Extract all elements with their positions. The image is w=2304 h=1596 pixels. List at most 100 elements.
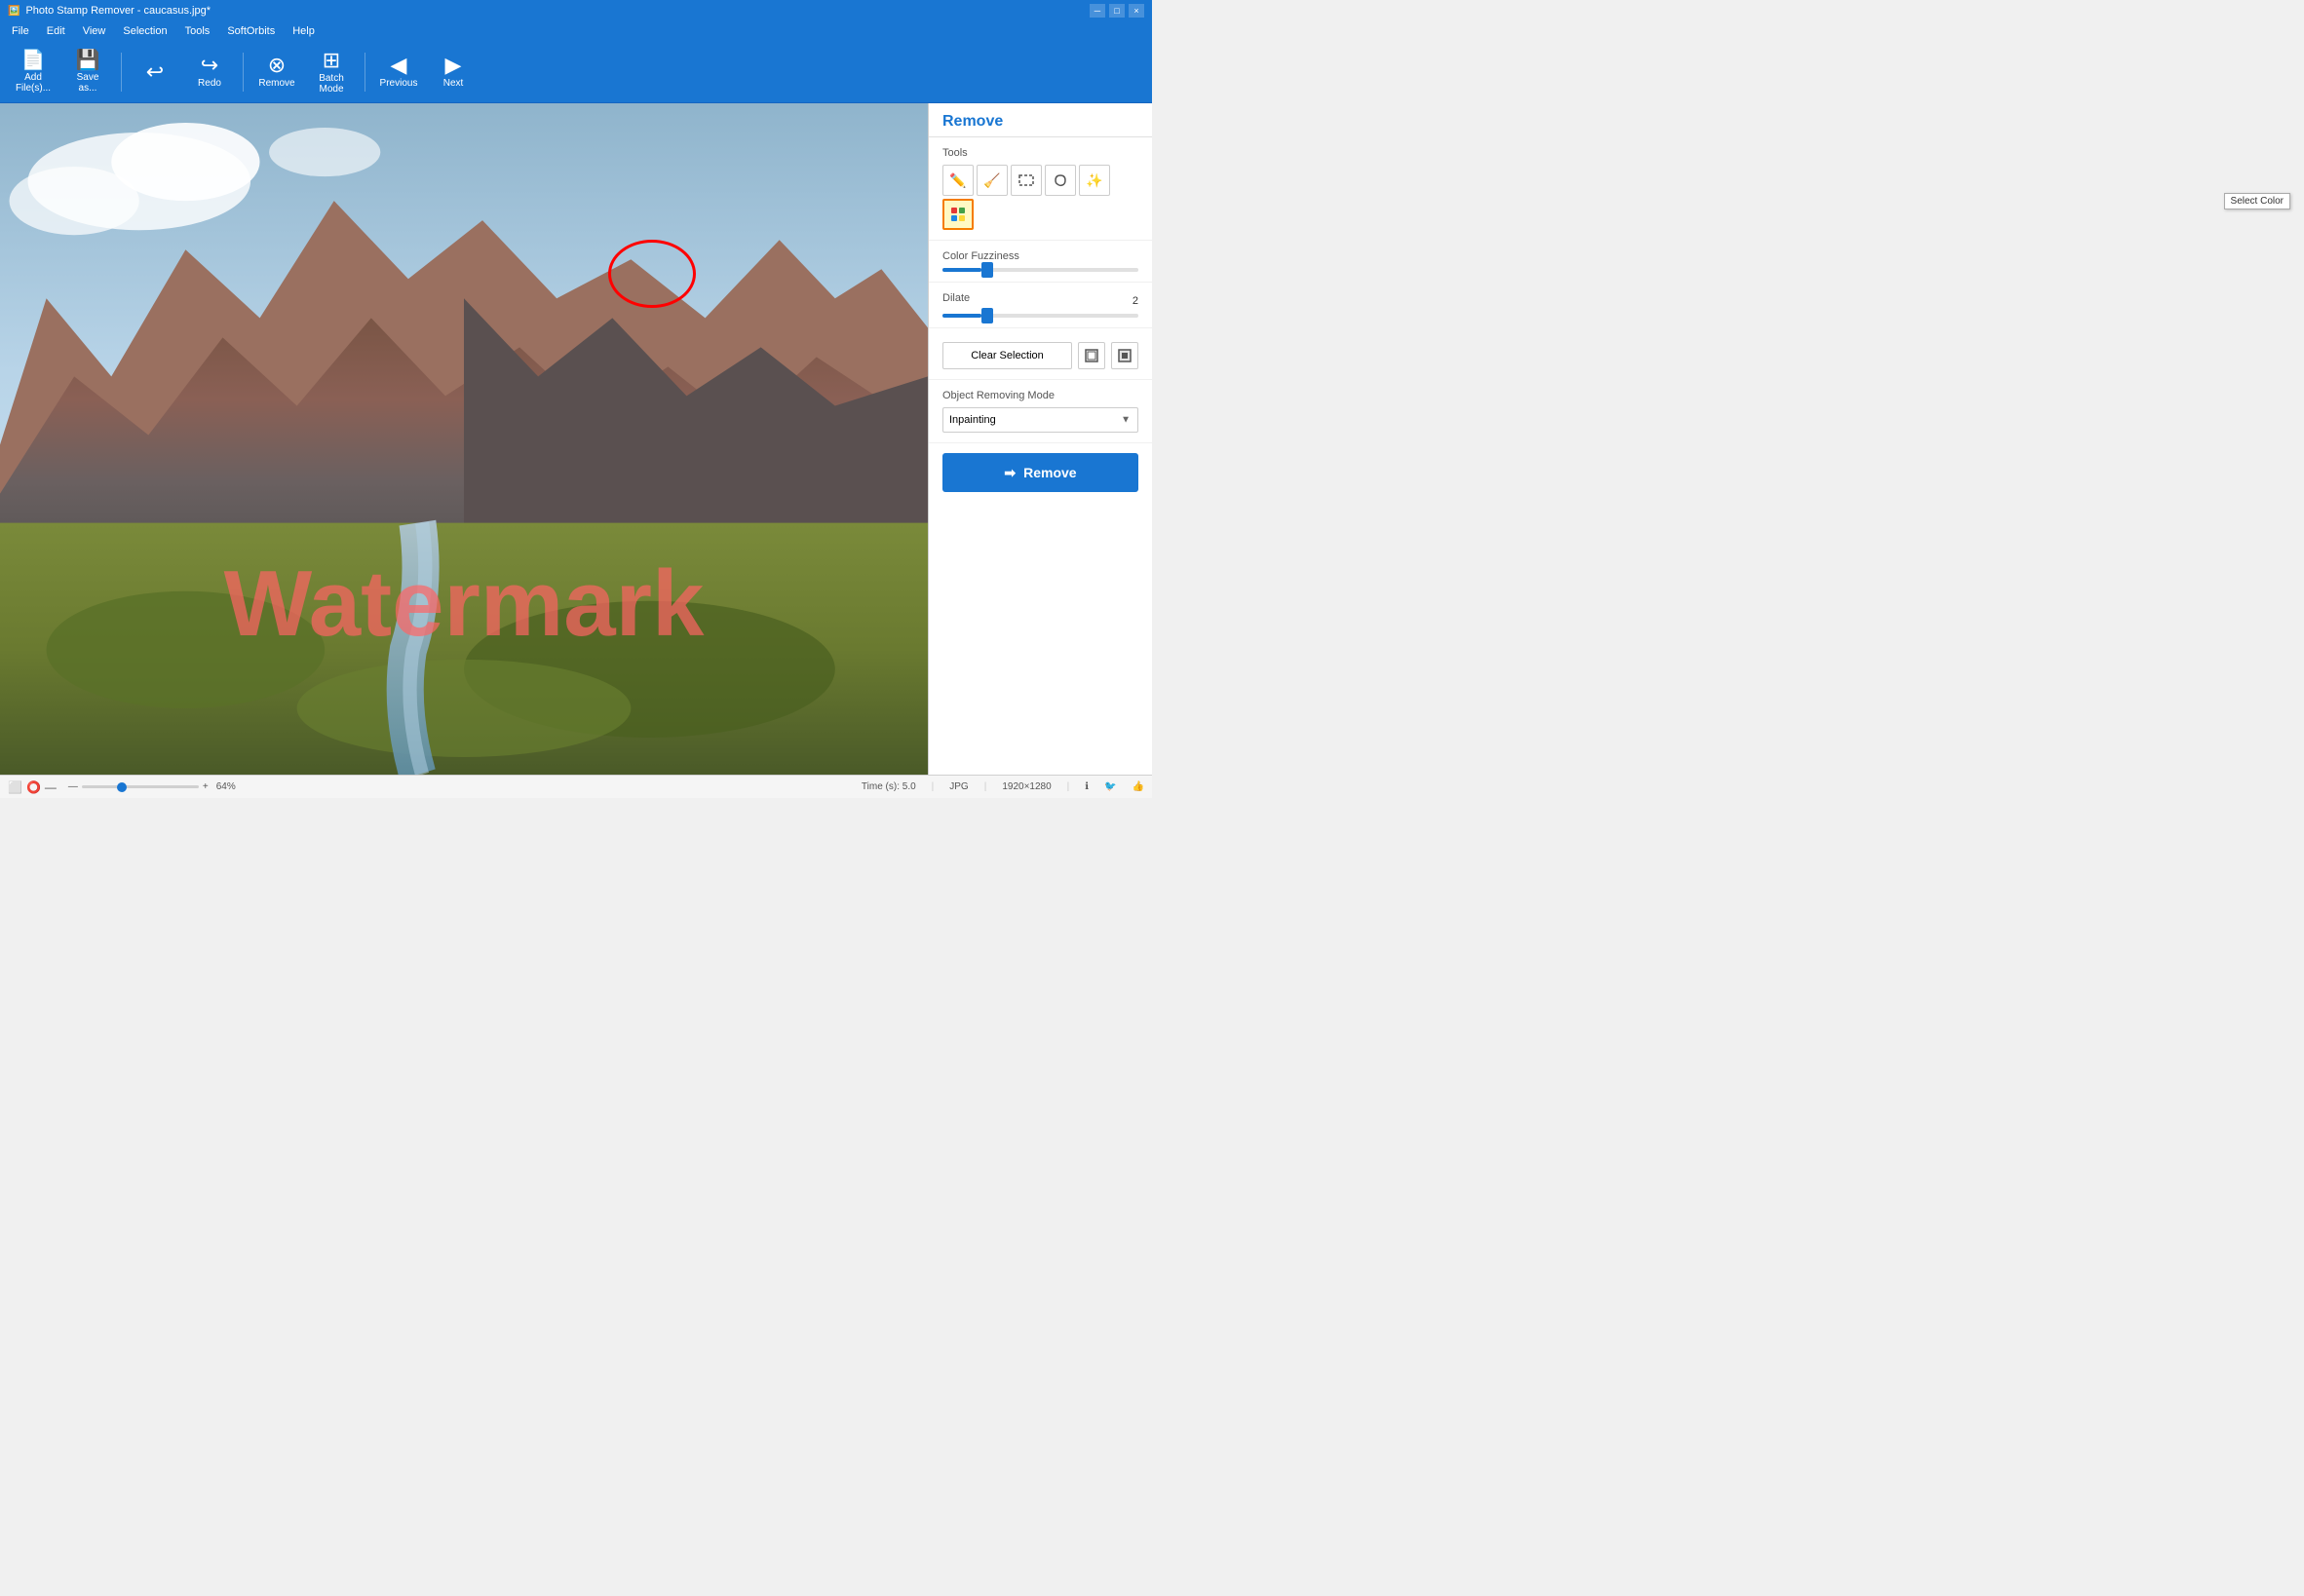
clear-selection-button[interactable]: Clear Selection (942, 342, 1072, 369)
dilate-track[interactable] (942, 314, 1138, 318)
previous-icon: ◀ (391, 55, 407, 76)
toolbar-separator-2 (243, 53, 244, 92)
dilate-fill (942, 314, 981, 318)
redo-label: Redo (198, 78, 221, 89)
redo-icon: ↪ (201, 55, 218, 76)
brush-tool[interactable]: ✏️ (942, 165, 974, 196)
batch-mode-button[interactable]: ⊞ Batch Mode (306, 45, 357, 99)
menu-help[interactable]: Help (285, 23, 323, 39)
menu-bar: File Edit View Selection Tools SoftOrbit… (0, 21, 1152, 41)
save-label: Save as... (77, 72, 99, 94)
rect-select-status-icon[interactable]: ⬜ (8, 780, 22, 794)
separator-status-icon: — (45, 780, 57, 794)
save-icon: 💾 (76, 51, 100, 70)
time-status: Time (s): 5.0 (862, 781, 916, 792)
menu-view[interactable]: View (75, 23, 114, 39)
next-label: Next (443, 78, 464, 89)
share-icon[interactable]: 🐦 (1104, 781, 1116, 792)
zoom-plus-icon[interactable]: + (203, 781, 209, 792)
zoom-thumb[interactable] (117, 782, 127, 792)
add-files-label: Add File(s)... (16, 72, 51, 94)
save-as-button[interactable]: 💾 Save as... (62, 45, 113, 99)
remove-action-button[interactable]: ➡ Remove (942, 453, 1138, 492)
menu-file[interactable]: File (4, 23, 37, 39)
crop-icon-button[interactable] (1078, 342, 1105, 369)
dimensions-status: 1920×1280 (1002, 781, 1051, 792)
zoom-track[interactable] (82, 785, 199, 788)
menu-edit[interactable]: Edit (39, 23, 73, 39)
toolbar-separator-1 (121, 53, 122, 92)
rect-select-tool[interactable] (1011, 165, 1042, 196)
right-panel: Remove Tools ✏️ 🧹 ✨ (928, 103, 1152, 775)
window-controls: ─ □ × (1090, 4, 1144, 18)
status-sep2: | (984, 781, 987, 792)
dilate-label: Dilate (942, 292, 970, 304)
info-icon[interactable]: ℹ (1085, 781, 1089, 792)
zoom-controls: — + 64% (68, 781, 850, 792)
object-removing-mode-select[interactable]: Inpainting Content-Aware Fill Smart Fill (942, 407, 1138, 433)
menu-selection[interactable]: Selection (115, 23, 174, 39)
next-button[interactable]: ▶ Next (428, 45, 479, 99)
dilate-section: Dilate 2 (929, 283, 1152, 328)
object-removing-dropdown-row: Inpainting Content-Aware Fill Smart Fill… (942, 407, 1138, 433)
color-fuzziness-track[interactable] (942, 268, 1138, 272)
batch-icon: ⊞ (323, 50, 340, 71)
tools-section: Tools ✏️ 🧹 ✨ (929, 137, 1152, 241)
select-color-tool[interactable] (942, 199, 974, 230)
remove-button[interactable]: ⊗ Remove (251, 45, 302, 99)
dilate-value: 2 (1123, 295, 1138, 307)
title-bar: 🖼️ Photo Stamp Remover - caucasus.jpg* ─… (0, 0, 1152, 21)
image-canvas: Watermark (0, 103, 928, 775)
tools-grid: ✏️ 🧹 ✨ (942, 165, 1138, 230)
batch-label: Batch Mode (319, 73, 344, 95)
color-fuzziness-slider-row (942, 268, 1138, 272)
panel-title: Remove (929, 103, 1152, 137)
social-icon[interactable]: 👍 (1133, 781, 1144, 792)
undo-button[interactable]: ↩ (130, 45, 180, 99)
remove-action-icon: ➡ (1004, 465, 1016, 481)
remove-icon: ⊗ (268, 55, 286, 76)
zoom-minus-icon[interactable]: — (68, 781, 78, 792)
remove-action-label: Remove (1023, 465, 1076, 480)
status-right: Time (s): 5.0 | JPG | 1920×1280 | ℹ 🐦 👍 (862, 781, 1144, 792)
format-status: JPG (949, 781, 968, 792)
color-fuzziness-section: Color Fuzziness (929, 241, 1152, 283)
eraser-tool[interactable]: 🧹 (977, 165, 1008, 196)
tools-label: Tools (942, 147, 1138, 159)
minimize-button[interactable]: ─ (1090, 4, 1105, 18)
app-icon: 🖼️ (8, 6, 19, 17)
status-sep3: | (1067, 781, 1070, 792)
object-removing-mode-section: Object Removing Mode Inpainting Content-… (929, 380, 1152, 443)
status-bar: ⬜ ⭕ — — + 64% Time (s): 5.0 | JPG | 1920… (0, 775, 1152, 798)
menu-tools[interactable]: Tools (177, 23, 218, 39)
previous-label: Previous (380, 78, 418, 89)
window-title: Photo Stamp Remover - caucasus.jpg* (25, 5, 211, 17)
maximize-button[interactable]: □ (1109, 4, 1125, 18)
dilate-thumb[interactable] (981, 308, 993, 323)
toolbar: 📄 Add File(s)... 💾 Save as... ↩ ↪ Redo ⊗… (0, 41, 1152, 103)
zoom-value: 64% (216, 781, 236, 792)
color-fuzziness-label: Color Fuzziness (942, 250, 1138, 262)
clear-selection-section: Clear Selection (929, 328, 1152, 380)
image-area[interactable]: Watermark (0, 103, 928, 775)
menu-softorbits[interactable]: SoftOrbits (219, 23, 283, 39)
previous-button[interactable]: ◀ Previous (373, 45, 424, 99)
add-files-button[interactable]: 📄 Add File(s)... (8, 45, 58, 99)
color-fuzziness-thumb[interactable] (981, 262, 993, 278)
dilate-slider-row (942, 314, 1138, 318)
remove-toolbar-label: Remove (258, 78, 294, 89)
lasso-tool[interactable] (1045, 165, 1076, 196)
magic-wand-tool[interactable]: ✨ (1079, 165, 1110, 196)
redo-button[interactable]: ↪ Redo (184, 45, 235, 99)
undo-icon: ↩ (146, 61, 164, 83)
status-icons: ⬜ ⭕ — (8, 780, 57, 794)
landscape-svg (0, 103, 928, 775)
lasso-status-icon[interactable]: ⭕ (26, 780, 41, 794)
select-inverse-button[interactable] (1111, 342, 1138, 369)
add-files-icon: 📄 (21, 51, 46, 70)
close-button[interactable]: × (1129, 4, 1144, 18)
color-fuzziness-fill (942, 268, 981, 272)
next-icon: ▶ (445, 55, 462, 76)
object-removing-mode-label: Object Removing Mode (942, 390, 1138, 401)
main-content: Watermark Remove Tools ✏️ 🧹 ✨ (0, 103, 1152, 775)
